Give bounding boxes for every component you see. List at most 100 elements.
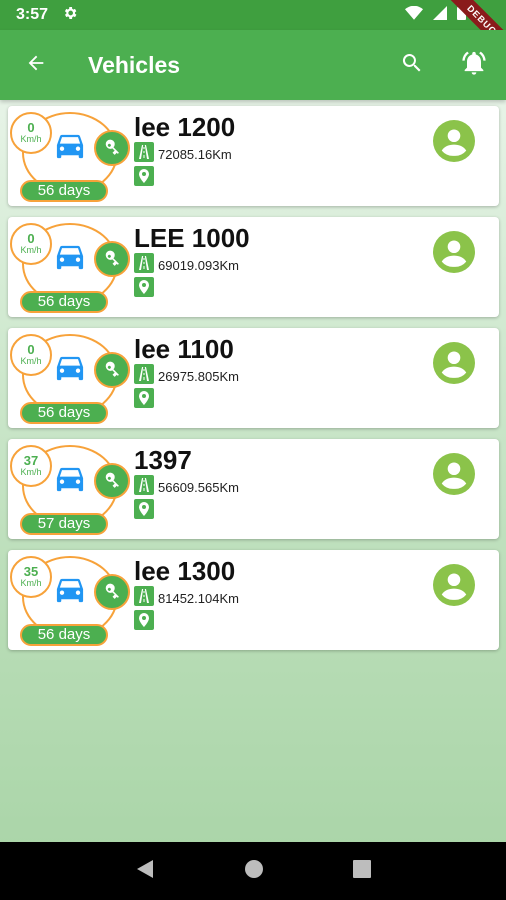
days-badge: 56 days [20, 180, 108, 202]
key-icon [105, 583, 119, 599]
key-icon [105, 139, 119, 155]
speed-unit: Km/h [20, 356, 42, 366]
ignition-key-button[interactable] [94, 241, 130, 277]
car-icon [52, 576, 88, 613]
location-pin-icon[interactable] [134, 388, 154, 413]
signal-icon [433, 5, 447, 25]
status-bar: 3:57 [0, 0, 506, 30]
location-pin-icon[interactable] [134, 277, 154, 302]
vehicle-name: 1397 [134, 445, 192, 475]
speed-value: 35 [23, 564, 39, 579]
home-circle-icon [244, 859, 263, 878]
person-icon [433, 453, 475, 495]
search-icon [402, 53, 421, 71]
back-button[interactable] [0, 52, 72, 79]
speed-indicator: 0 Km/h [10, 112, 52, 154]
ignition-key-button[interactable] [94, 130, 130, 166]
location-pin-icon[interactable] [134, 499, 154, 524]
location-pin-icon[interactable] [134, 610, 154, 635]
speed-value: 0 [27, 120, 35, 135]
person-icon [433, 564, 475, 606]
speed-unit: Km/h [20, 578, 42, 588]
odometer-value: 81452.104Km [158, 591, 239, 606]
key-icon [105, 250, 119, 266]
car-icon [52, 465, 88, 502]
driver-button[interactable] [433, 564, 475, 611]
odometer: 81452.104Km [134, 586, 239, 611]
speed-indicator: 0 Km/h [10, 334, 52, 376]
app-bar: Vehicles [0, 30, 506, 100]
speed-indicator: 35 Km/h [10, 556, 52, 598]
odometer-value: 26975.805Km [158, 369, 239, 384]
settings-icon [62, 5, 78, 26]
car-icon [52, 243, 88, 280]
vehicle-card[interactable]: 35 Km/h 56 days lee 1300 81452.104Km [8, 550, 499, 650]
road-icon [134, 364, 154, 389]
vehicle-card[interactable]: 0 Km/h 56 days lee 1100 26975.805Km [8, 328, 499, 428]
speed-value: 0 [27, 231, 35, 246]
back-triangle-icon [136, 859, 153, 878]
nav-home-button[interactable] [244, 859, 264, 884]
speed-value: 0 [27, 342, 35, 357]
vehicle-list: 0 Km/h 56 days lee 1200 72085.16Km 0 Km/… [8, 106, 499, 661]
wifi-icon [405, 5, 423, 25]
car-icon [52, 354, 88, 391]
days-badge: 56 days [20, 402, 108, 424]
status-time: 3:57 [16, 6, 49, 23]
vehicle-card[interactable]: 37 Km/h 57 days 1397 56609.565Km [8, 439, 499, 539]
vehicle-name: lee 1300 [134, 556, 236, 586]
key-icon [105, 472, 119, 488]
person-icon [433, 120, 475, 162]
days-badge: 56 days [20, 291, 108, 313]
location-pin-icon[interactable] [134, 166, 154, 191]
odometer-value: 69019.093Km [158, 258, 239, 273]
odometer-value: 72085.16Km [158, 147, 232, 162]
road-icon [134, 253, 154, 278]
vehicle-name: lee 1200 [134, 112, 236, 142]
vehicle-card[interactable]: 0 Km/h 56 days lee 1200 72085.16Km [8, 106, 499, 206]
driver-button[interactable] [433, 231, 475, 278]
system-nav-bar [0, 842, 506, 900]
odometer: 72085.16Km [134, 142, 232, 167]
vehicle-gauge: 37 Km/h 57 days [10, 441, 132, 537]
odometer: 69019.093Km [134, 253, 239, 278]
key-icon [105, 361, 119, 377]
person-icon [433, 231, 475, 273]
vehicle-card[interactable]: 0 Km/h 56 days LEE 1000 69019.093Km [8, 217, 499, 317]
speed-value: 37 [23, 453, 39, 468]
driver-button[interactable] [433, 342, 475, 389]
road-icon [134, 586, 154, 611]
nav-recents-button[interactable] [353, 859, 372, 883]
days-badge: 56 days [20, 624, 108, 646]
vehicle-gauge: 0 Km/h 56 days [10, 108, 132, 204]
recents-square-icon [353, 859, 372, 878]
car-icon [52, 132, 88, 169]
odometer-value: 56609.565Km [158, 480, 239, 495]
speed-unit: Km/h [20, 134, 42, 144]
days-badge: 57 days [20, 513, 108, 535]
speed-indicator: 0 Km/h [10, 223, 52, 265]
odometer: 26975.805Km [134, 364, 239, 389]
bell-icon [462, 51, 486, 75]
ignition-key-button[interactable] [94, 463, 130, 499]
vehicle-gauge: 0 Km/h 56 days [10, 330, 132, 426]
ignition-key-button[interactable] [94, 574, 130, 610]
vehicle-gauge: 35 Km/h 56 days [10, 552, 132, 648]
vehicle-name: LEE 1000 [134, 223, 250, 253]
person-icon [433, 342, 475, 384]
road-icon [134, 142, 154, 167]
driver-button[interactable] [433, 120, 475, 167]
notifications-button[interactable] [460, 49, 488, 82]
road-icon [134, 475, 154, 500]
speed-unit: Km/h [20, 245, 42, 255]
nav-back-button[interactable] [135, 858, 155, 885]
speed-indicator: 37 Km/h [10, 445, 52, 487]
speed-unit: Km/h [20, 467, 42, 477]
ignition-key-button[interactable] [94, 352, 130, 388]
back-arrow-icon [25, 52, 47, 79]
vehicle-gauge: 0 Km/h 56 days [10, 219, 132, 315]
search-button[interactable] [400, 51, 424, 80]
page-title: Vehicles [88, 51, 181, 78]
vehicle-name: lee 1100 [134, 334, 234, 364]
driver-button[interactable] [433, 453, 475, 500]
